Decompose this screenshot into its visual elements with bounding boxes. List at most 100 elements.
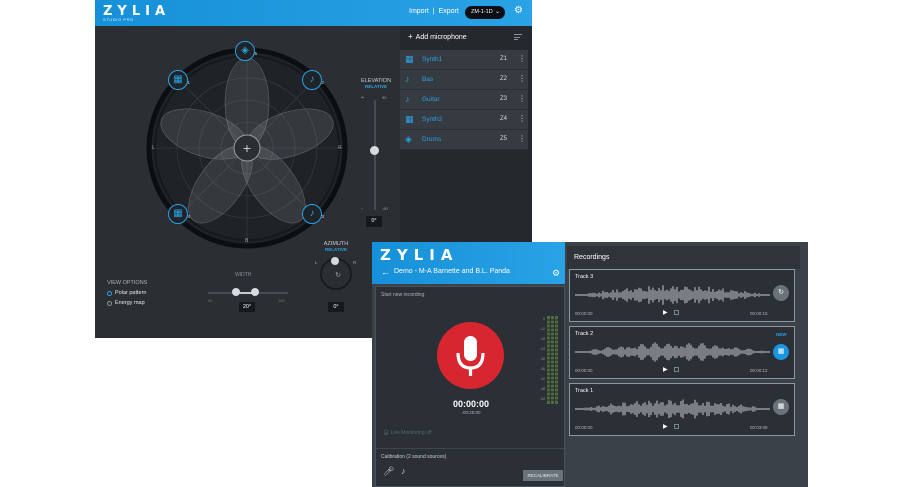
view-option-polar[interactable]: Polar pattern [107,290,147,296]
circle-label-right: R [338,145,342,151]
guitar-icon[interactable]: ♪ 2 [302,70,324,90]
microphone-row-guitar[interactable]: ♪ Guitar Z3 ⋮ [400,90,528,110]
meter-label: -42 [539,377,545,381]
play-icon[interactable]: ▶ [663,309,668,316]
keyboard-icon: ▦ [405,54,414,64]
chevron-down-icon: ⌄ [494,9,500,15]
track-end-time: 00:03:09 [750,425,768,430]
track-card-2[interactable]: Track 2 NEW 00:00:00 ▶ 00:00:12 ▦ [569,326,795,379]
device-select[interactable]: ZM-1-1D ⌄ [465,6,505,19]
play-icon[interactable]: ▶ [663,366,668,373]
drum-icon[interactable]: ◈ 5 [235,41,257,61]
source-number: 3 [321,214,324,219]
elevation-value[interactable]: 0° [366,216,382,227]
guitar-icon: ♪ [405,94,410,104]
microphone-zone: Z5 [500,136,508,142]
keyboard-icon[interactable]: ▦ 1 [168,70,190,90]
width-slider-thumb-left[interactable] [232,288,240,296]
source-number: 5 [254,51,257,56]
track-start-time: 00:00:00 [575,425,593,430]
play-icon[interactable]: ▶ [663,423,668,430]
record-button[interactable] [437,322,504,389]
more-options-icon[interactable]: ⋮ [518,74,526,84]
screenshot-stage: ZYLIA STUDIO PRO Import | Export ZM-1-1D… [0,0,900,487]
elevation-min: -90 [382,206,388,211]
guitar-icon: ♪ [405,74,410,84]
process-icon[interactable]: ▦ [773,344,789,360]
azimuth-knob[interactable] [331,257,339,265]
microphone-row-drums[interactable]: ◈ Drums Z5 ⋮ [400,130,528,150]
view-option-energy[interactable]: Energy map [107,300,147,306]
width-title: WIDTH [235,272,252,278]
loop-icon[interactable] [674,424,679,429]
level-meter: 0 -12 -18 -24 -30 -36 -42 -48 -54 [539,314,561,404]
add-microphone-button[interactable]: + Add microphone [408,32,467,41]
waveform [575,342,770,362]
more-options-icon[interactable]: ⋮ [518,54,526,64]
azimuth-value[interactable]: 0° [328,302,344,312]
svg-text:+: + [242,142,251,155]
meter-label: -48 [539,387,545,391]
microphone-row-bas[interactable]: ♪ Bas Z2 ⋮ [400,70,528,90]
view-option-label: Energy map [115,300,145,306]
waveform [575,285,770,305]
export-link[interactable]: Export [439,8,459,15]
elevation-slider-thumb[interactable] [370,146,379,155]
microphone-zone: Z1 [500,56,508,62]
import-link[interactable]: Import [409,8,429,15]
view-options: VIEW OPTIONS Polar pattern Energy map [107,280,147,310]
microphone-row-synth1[interactable]: ▦ Synth1 Z1 ⋮ [400,50,528,70]
loop-icon[interactable] [674,310,679,315]
recorder-body: Start new recording 0 -12 -18 -24 -30 -3… [375,286,565,487]
track-card-3[interactable]: Track 3 00:00:00 ▶ 00:00:15 ↻ [569,269,795,322]
microphone-icon [456,336,485,376]
microphone-name: Synth1 [422,56,443,63]
more-options-icon[interactable]: ⋮ [518,134,526,144]
sort-icon[interactable] [514,34,522,40]
sync-icon[interactable]: ↻ [773,285,789,301]
elevation-plus: + [361,95,364,101]
track-card-1[interactable]: Track 1 00:00:00 ▶ 00:03:09 ▦ [569,383,795,436]
microphone-zone: Z3 [500,96,508,102]
microphone-zone: Z4 [500,116,508,122]
circle-label-left: L [152,145,155,151]
plus-icon: + [408,32,413,41]
microphone-name: Drums [422,136,442,143]
back-arrow-icon[interactable]: ← [381,267,390,277]
live-monitoring-toggle[interactable]: 🎧︎ Live Monitoring off [383,430,432,436]
microphone-name: Synth2 [422,116,443,123]
microphone-zone: Z2 [500,76,508,82]
elevation-minus: - [361,206,363,212]
gear-icon[interactable]: ⚙ [514,6,524,16]
elevation-slider-track[interactable] [374,100,376,210]
radio-unselected[interactable] [107,300,112,306]
elevation-max: 90 [382,95,387,100]
headphones-icon: 🎧︎ [383,430,391,436]
start-new-recording-label: Start new recording [381,292,425,298]
import-export-sep: | [432,8,435,15]
track-end-time: 00:00:12 [750,368,768,373]
add-microphone-label: Add microphone [415,34,467,41]
more-options-icon[interactable]: ⋮ [518,114,526,124]
track-name: Track 2 [575,331,594,337]
keyboard-icon[interactable]: ▦ 4 [168,204,190,224]
track-start-time: 00:00:00 [575,311,593,316]
more-options-icon[interactable]: ⋮ [518,94,526,104]
track-name: Track 1 [575,388,594,394]
source-number: 2 [321,80,324,85]
recorder-window: ZYLIA ← Demo - M-A Barnette and B.L. Pan… [372,242,808,487]
width-slider-thumb-right[interactable] [251,288,259,296]
view-option-label: Polar pattern [115,290,147,296]
process-icon[interactable]: ▦ [773,399,789,415]
guitar-icon[interactable]: ♪ 3 [302,204,324,224]
radio-selected[interactable] [107,290,112,296]
recorder-left-pane: ZYLIA ← Demo - M-A Barnette and B.L. Pan… [372,242,565,487]
gear-icon[interactable]: ⚙ [552,269,560,278]
width-value[interactable]: 20° [239,302,255,312]
recalibrate-button[interactable]: RECALIBRATE [523,470,563,481]
device-label: ZM-1-1D [471,9,493,15]
microphone-row-synth2[interactable]: ▦ Synth2 Z4 ⋮ [400,110,528,130]
loop-icon[interactable] [674,367,679,372]
meter-label: -36 [539,367,545,371]
microphone-name: Bas [422,76,434,83]
